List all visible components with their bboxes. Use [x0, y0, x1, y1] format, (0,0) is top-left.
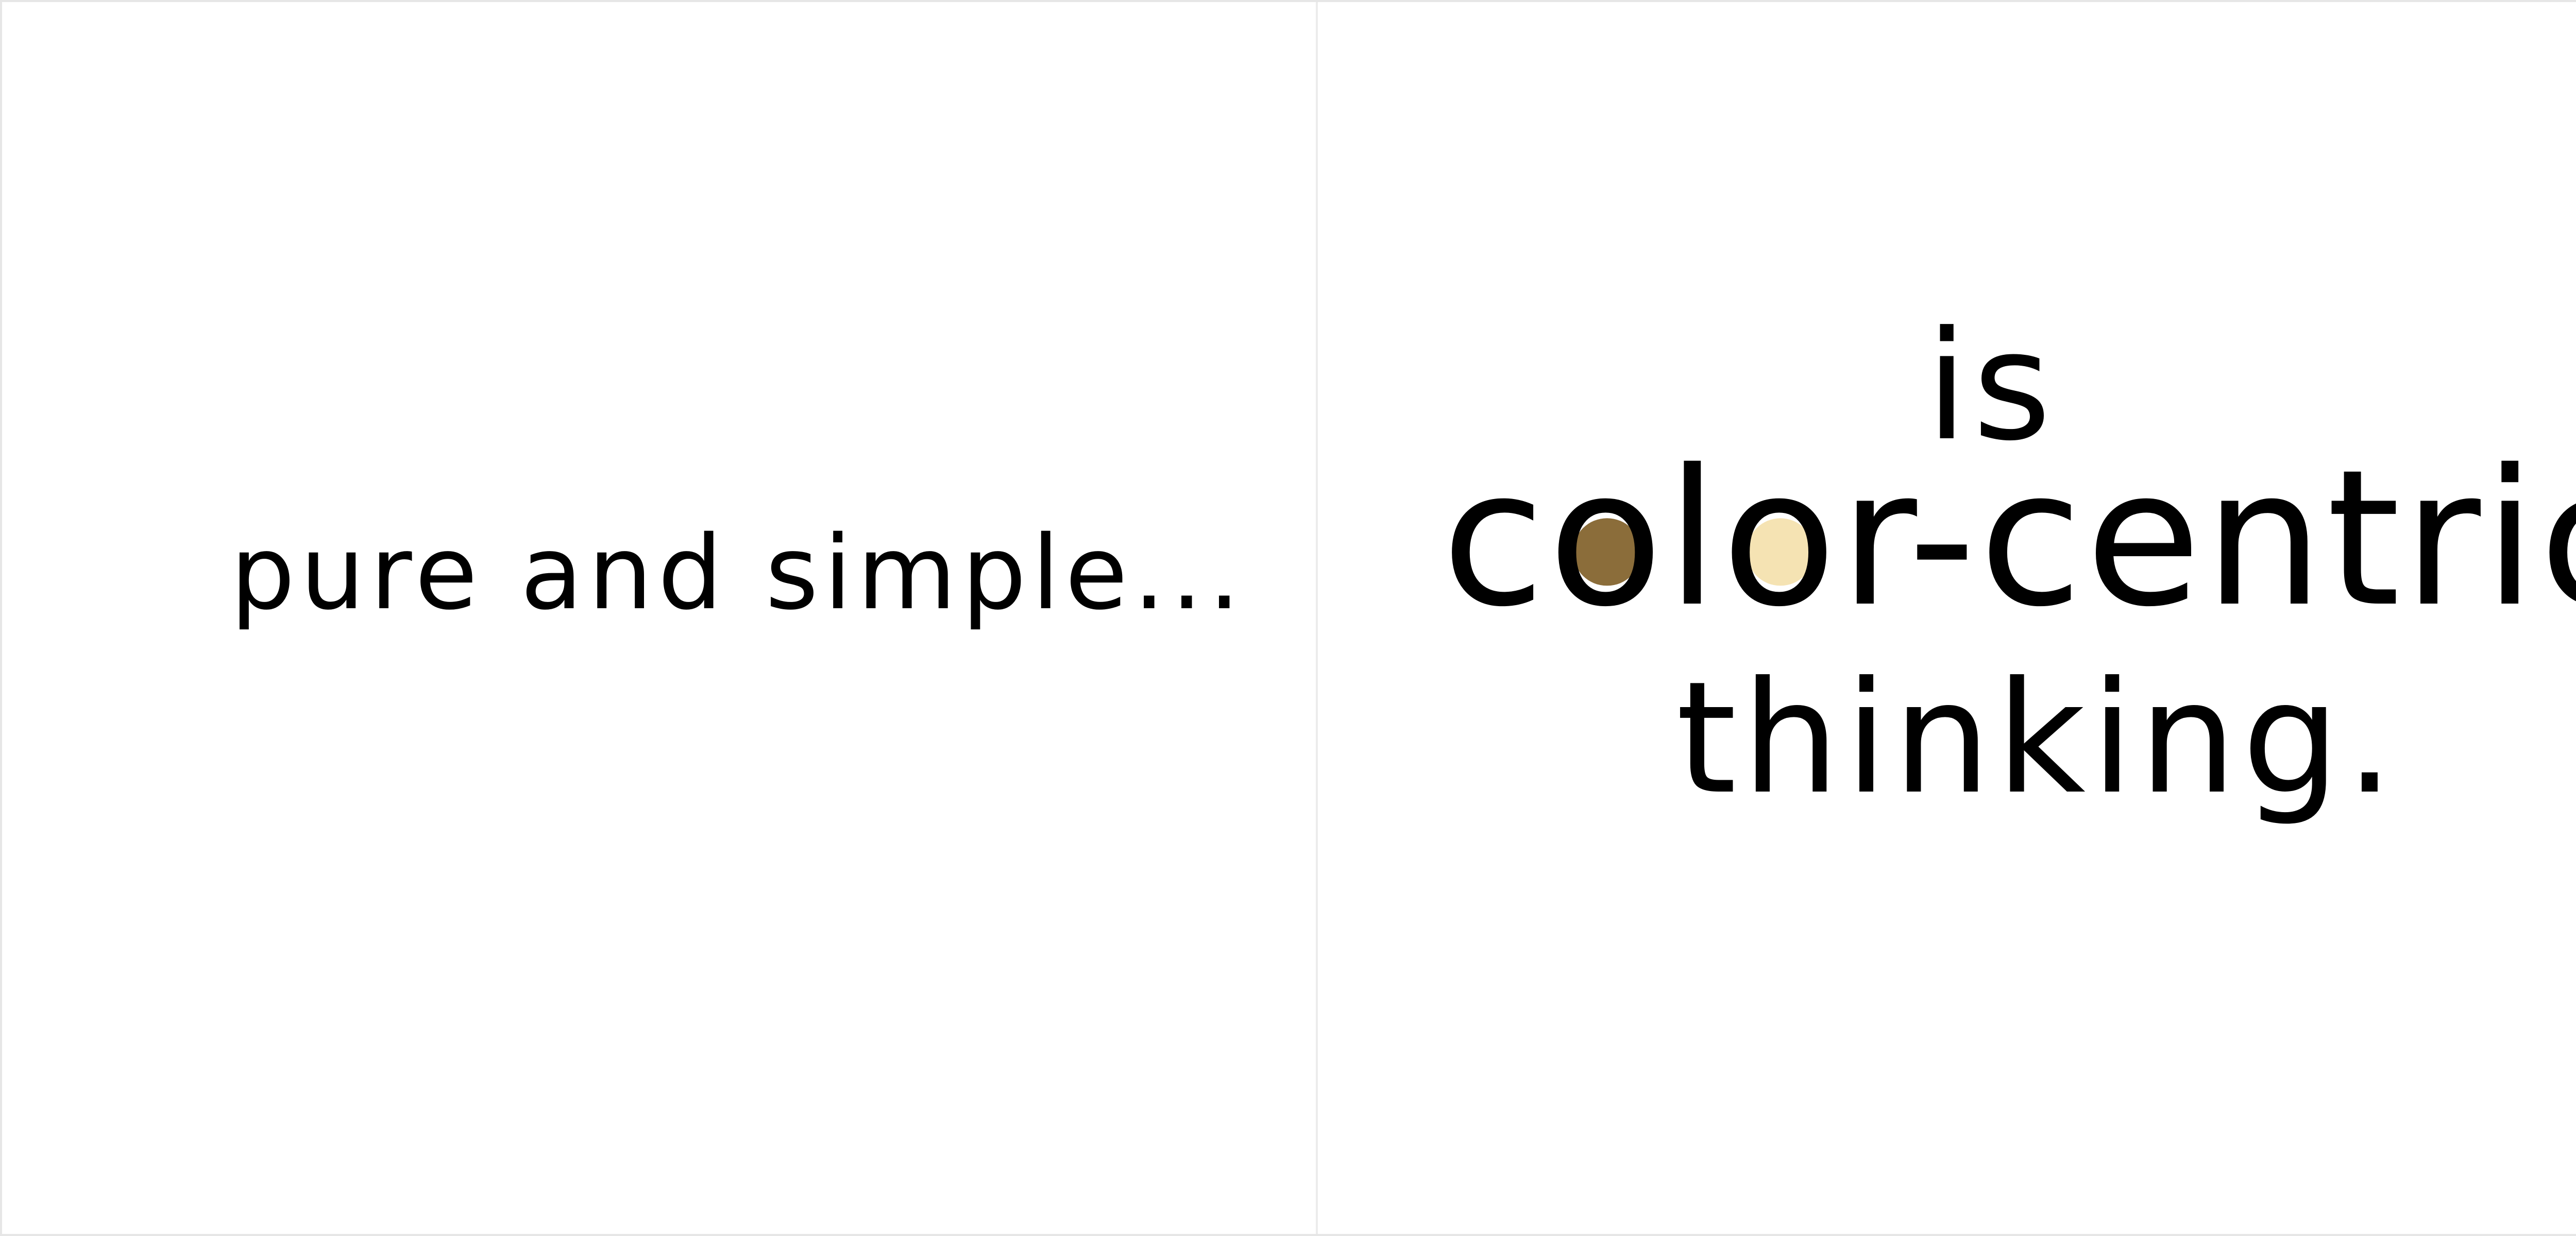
- color-word-c: c: [1442, 430, 1548, 648]
- color-word-rest: r-centric: [1839, 430, 2576, 648]
- color-o-brown: o: [1548, 445, 1666, 633]
- right-line-thinking: thinking.: [1676, 648, 2400, 828]
- left-page-text: pure and simple...: [230, 513, 1246, 632]
- color-o-cream-glyph: o: [1721, 430, 1840, 648]
- right-page: is c ol or-centric thinking.: [1316, 2, 2576, 1234]
- book-spread: pure and simple... is c ol or-centric thin…: [0, 0, 2576, 1236]
- color-o-brown-glyph: o: [1548, 430, 1667, 648]
- color-o-cream: o: [1721, 445, 1839, 633]
- left-page: pure and simple...: [2, 2, 1316, 1234]
- right-line-color-centric: c ol or-centric: [1442, 445, 2576, 633]
- color-word-l: l: [1666, 430, 1722, 648]
